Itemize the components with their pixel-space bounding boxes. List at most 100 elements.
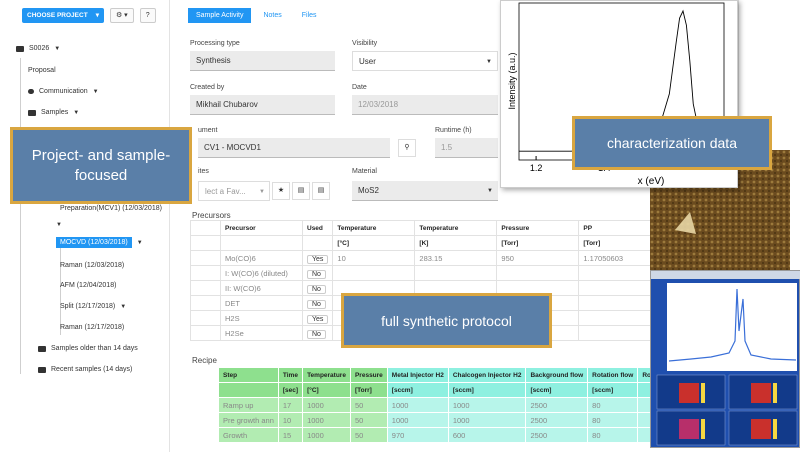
tree-item-label: Samples older than 14 days (51, 345, 138, 352)
runtime-field[interactable]: 1.5 (435, 138, 498, 158)
recipe-title: Recipe (192, 356, 217, 365)
table-cell[interactable]: 50 (349, 412, 388, 428)
table-cell[interactable]: Growth (218, 427, 279, 443)
table-cell[interactable] (496, 265, 580, 281)
used-toggle[interactable]: No (307, 299, 326, 309)
table-cell[interactable]: 2500 (525, 397, 589, 413)
used-toggle[interactable]: Yes (307, 254, 329, 264)
table-cell[interactable]: 600 (447, 427, 527, 443)
tree-caret[interactable]: ▼ (56, 222, 62, 228)
save-icon[interactable]: ▤ (292, 182, 310, 200)
tree-item-afm[interactable]: AFM (12/04/2018) (60, 282, 116, 289)
tree-item-label: Proposal (28, 67, 56, 74)
tree-item-label: Preparation(MCV1) (12/03/2018) (60, 205, 162, 212)
table-row: Growth 15 1000 50 970 600 2500 80 (218, 427, 666, 443)
table-cell[interactable]: 1000 (302, 412, 351, 428)
choose-project-button[interactable]: CHOOSE PROJECT ▾ (22, 8, 104, 23)
tree-item-raman-2[interactable]: Raman (12/17/2018) (60, 324, 124, 331)
table-cell[interactable]: 1000 (386, 397, 449, 413)
date-field[interactable]: 12/03/2018 (352, 95, 498, 115)
table-cell[interactable]: Pre growth ann (218, 412, 279, 428)
table-cell: [sccm] (447, 382, 527, 398)
table-cell[interactable]: 10 (277, 412, 304, 428)
table-cell[interactable]: 17 (277, 397, 304, 413)
table-cell[interactable]: 970 (386, 427, 449, 443)
table-cell (414, 265, 498, 281)
tree-item-communication[interactable]: Communication ▼ (28, 88, 99, 95)
table-cell[interactable]: No (301, 295, 334, 311)
table-cell[interactable]: 2500 (525, 412, 589, 428)
table-cell[interactable]: Yes (301, 310, 334, 326)
tree-item-label: Samples (41, 109, 69, 116)
table-cell[interactable]: 80 (587, 397, 639, 413)
created-by-field: Mikhail Chubarov (190, 95, 335, 115)
favorites-placeholder: lect a Fav... (205, 187, 246, 196)
table-cell[interactable]: 80 (587, 427, 639, 443)
instrument-value: CV1 - MOCVD1 (204, 143, 261, 152)
table-cell[interactable]: 50 (349, 427, 388, 443)
analysis-graphics (651, 271, 800, 446)
visibility-select[interactable]: User ▼ (352, 51, 498, 71)
table-cell (578, 325, 660, 341)
table-cell: [sec] (277, 382, 304, 398)
processing-type-label: Processing type (190, 40, 240, 47)
tree-item-samples[interactable]: Samples ▼ (28, 109, 79, 116)
used-toggle[interactable]: No (307, 329, 326, 339)
used-toggle[interactable]: No (307, 269, 326, 279)
table-cell[interactable]: 1000 (386, 412, 449, 428)
search-icon[interactable]: ⚲ (398, 139, 416, 157)
table-cell[interactable]: 10 (332, 250, 416, 266)
folder-icon (38, 345, 46, 352)
material-select[interactable]: MoS2 ▼ (352, 181, 498, 201)
table-cell[interactable]: Ramp up (218, 397, 279, 413)
document-icon[interactable]: ▤ (312, 182, 330, 200)
used-toggle[interactable]: No (307, 284, 326, 294)
callout-synthetic-protocol: full synthetic protocol (341, 293, 552, 348)
table-cell[interactable]: 50 (349, 397, 388, 413)
date-label: Date (352, 84, 367, 91)
table-cell[interactable]: 1000 (302, 397, 351, 413)
tree-item-label: AFM (12/04/2018) (60, 282, 117, 289)
table-header: Temperature (332, 220, 416, 236)
tree-item-preparation[interactable]: Preparation(MCV1) (12/03/2018) (60, 205, 162, 212)
table-cell[interactable]: 1000 (447, 412, 527, 428)
tab-bar: Sample Activity Notes Files (188, 8, 325, 23)
instrument-select[interactable]: CV1 - MOCVD1 (198, 138, 390, 158)
tree-item-label: Raman (12/17/2018) (60, 324, 125, 331)
visibility-value: User (359, 57, 376, 66)
caret-down-icon: ▼ (120, 303, 127, 310)
table-cell[interactable]: 80 (587, 412, 639, 428)
table-cell (190, 265, 221, 281)
processing-type-field[interactable]: Synthesis (190, 51, 335, 71)
table-cell[interactable]: No (301, 325, 334, 341)
table-cell[interactable]: 2500 (525, 427, 589, 443)
tree-item-label: Communication (39, 88, 88, 95)
caret-down-icon: ▼ (56, 222, 62, 228)
tab-notes[interactable]: Notes (255, 8, 289, 23)
table-cell[interactable]: No (301, 280, 334, 296)
tab-files[interactable]: Files (294, 8, 325, 23)
tree-item-mocvd[interactable]: MOCVD (12/03/2018) ▼ (56, 237, 143, 248)
settings-menu-button[interactable]: ⚙ ▾ (109, 8, 134, 23)
used-toggle[interactable]: Yes (307, 314, 329, 324)
tree-item-project[interactable]: S0026 ▼ (16, 45, 60, 52)
tree-item-recent-samples[interactable]: Recent samples (14 days) (38, 366, 132, 373)
table-header-row: Precursor Used Temperature Temperature P… (190, 220, 660, 236)
star-icon[interactable]: ★ (272, 182, 290, 200)
table-cell (578, 310, 660, 326)
tree-item-older-samples[interactable]: Samples older than 14 days (38, 345, 138, 352)
table-cell[interactable]: 1000 (447, 397, 527, 413)
table-cell[interactable]: 15 (277, 427, 304, 443)
table-cell[interactable]: Yes (301, 250, 334, 266)
table-cell[interactable] (332, 265, 416, 281)
table-cell[interactable]: 950 (496, 250, 580, 266)
tab-sample-activity[interactable]: Sample Activity (188, 8, 252, 23)
tree-item-raman-1[interactable]: Raman (12/03/2018) (60, 262, 124, 269)
tree-item-label: S0026 (29, 45, 50, 52)
favorites-select[interactable]: lect a Fav... ▼ (198, 181, 270, 201)
table-cell[interactable]: No (301, 265, 334, 281)
tree-item-proposal[interactable]: Proposal (28, 67, 56, 74)
tree-item-split[interactable]: Split (12/17/2018) ▼ (60, 303, 126, 310)
help-button[interactable]: ? (139, 8, 156, 23)
table-cell[interactable]: 1000 (302, 427, 351, 443)
